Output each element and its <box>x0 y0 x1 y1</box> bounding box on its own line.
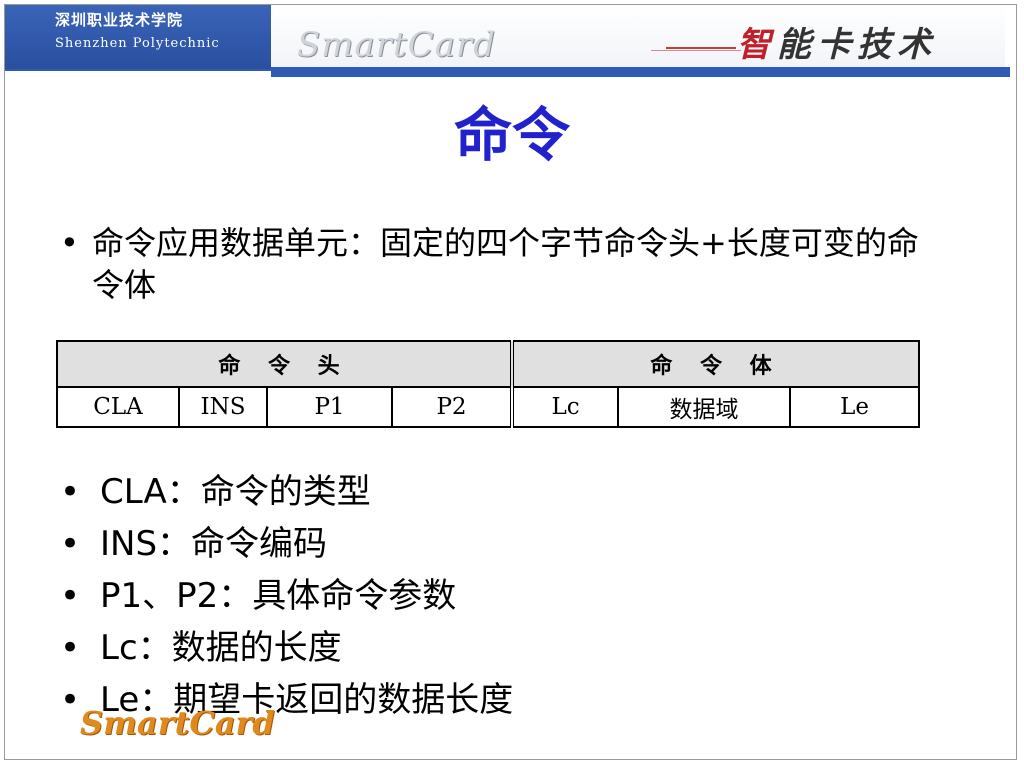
table-row: CLA INS P1 P2 Lc 数据域 Le <box>56 386 921 428</box>
bullet-dot-icon: • <box>60 524 81 564</box>
cell-data-field: 数据域 <box>617 386 792 428</box>
brand-accent-line-icon <box>651 50 741 51</box>
field-cla-text: CLA：命令的类型 <box>100 472 371 512</box>
intro-bullet: • 命令应用数据单元：固定的四个字节命令头+长度可变的命令体 <box>60 222 940 306</box>
cell-le: Le <box>789 386 921 428</box>
brand-accent-stroke-icon <box>666 47 736 49</box>
school-name-cn: 深圳职业技术学院 <box>55 11 184 29</box>
cell-lc: Lc <box>510 386 620 428</box>
field-definition-list: • CLA：命令的类型 • INS：命令编码 • P1、P2：具体命令参数 • … <box>60 466 940 726</box>
bullet-dot-icon: • <box>60 472 81 512</box>
slide-title: 命令 <box>453 101 570 169</box>
command-header-group: 命 令 头 <box>55 340 514 388</box>
list-item: • P1、P2：具体命令参数 <box>60 570 940 622</box>
bullet-dot-icon: • <box>60 628 81 668</box>
brand-strip: SmartCard 智能卡技术 <box>271 5 1005 67</box>
cell-cla: CLA <box>56 386 180 428</box>
field-lc-text: Lc：数据的长度 <box>100 628 342 668</box>
list-item: • Lc：数据的长度 <box>60 622 940 674</box>
field-ins-text: INS：命令编码 <box>100 524 328 564</box>
bullet-dot-icon: • <box>60 224 79 262</box>
school-badge: 深圳职业技术学院 Shenzhen Polytechnic <box>5 5 271 69</box>
cell-p1: P1 <box>266 386 393 428</box>
school-name-en: Shenzhen Polytechnic <box>55 36 220 51</box>
list-item: • INS：命令编码 <box>60 518 940 570</box>
cell-ins: INS <box>178 386 268 428</box>
header-blue-bar <box>271 67 1010 77</box>
slide-header: 深圳职业技术学院 Shenzhen Polytechnic SmartCard … <box>5 5 1010 77</box>
brand-tagline-first-char: 智 <box>737 25 777 65</box>
cell-p2: P2 <box>390 386 514 428</box>
bullet-dot-icon: • <box>60 576 81 616</box>
brand-tagline: 智能卡技术 <box>737 17 937 66</box>
brand-tagline-rest: 能卡技术 <box>777 25 937 65</box>
footer-smartcard-logo: SmartCard <box>80 704 275 742</box>
header-divider-left <box>5 69 271 71</box>
command-body-group: 命 令 体 <box>510 340 921 388</box>
smartcard-brand-logo: SmartCard <box>297 25 497 65</box>
apdu-structure-table: 命 令 头 命 令 体 CLA INS P1 P2 Lc 数据域 Le <box>55 340 921 428</box>
slide: 深圳职业技术学院 Shenzhen Polytechnic SmartCard … <box>0 0 1024 768</box>
field-p1-p2-text: P1、P2：具体命令参数 <box>100 576 457 616</box>
list-item: • CLA：命令的类型 <box>60 466 940 518</box>
table-header-row: 命 令 头 命 令 体 <box>55 340 921 388</box>
intro-text: 命令应用数据单元：固定的四个字节命令头+长度可变的命令体 <box>92 224 919 304</box>
